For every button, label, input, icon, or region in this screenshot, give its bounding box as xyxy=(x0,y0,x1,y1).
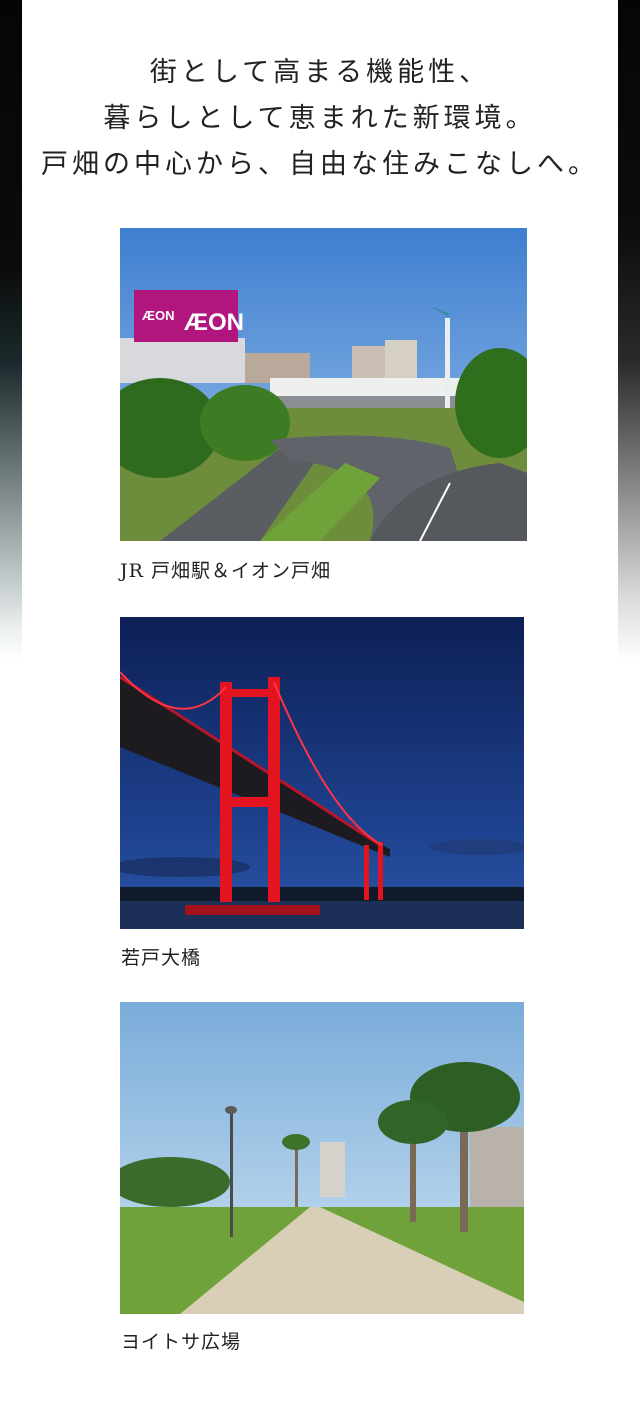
caption-tobata-station: JR 戸畑駅＆イオン戸畑 xyxy=(120,560,331,582)
caption-wakato-bridge: 若戸大橋 xyxy=(121,947,202,969)
aeon-sign-text-large: ÆON xyxy=(184,309,244,336)
photo-yoitosa-plaza xyxy=(120,1002,524,1314)
photo-tobata-station: ÆON ÆON xyxy=(120,228,527,541)
caption-yoitosa-plaza: ヨイトサ広場 xyxy=(121,1331,242,1353)
headline-line-1: 街として高まる機能性、 xyxy=(149,57,491,88)
left-dark-band xyxy=(0,0,22,660)
aeon-sign-text-small: ÆON xyxy=(142,308,175,323)
photo-wakato-bridge xyxy=(120,617,524,929)
headline: 街として高まる機能性、 暮らしとして恵まれた新環境。 戸畑の中心から、自由な住み… xyxy=(22,50,618,188)
content-card: 街として高まる機能性、 暮らしとして恵まれた新環境。 戸畑の中心から、自由な住み… xyxy=(22,0,618,1404)
headline-line-2: 暮らしとして恵まれた新環境。 xyxy=(103,103,537,134)
headline-line-3: 戸畑の中心から、自由な住みこなしへ。 xyxy=(41,149,599,180)
right-dark-band xyxy=(618,0,640,660)
